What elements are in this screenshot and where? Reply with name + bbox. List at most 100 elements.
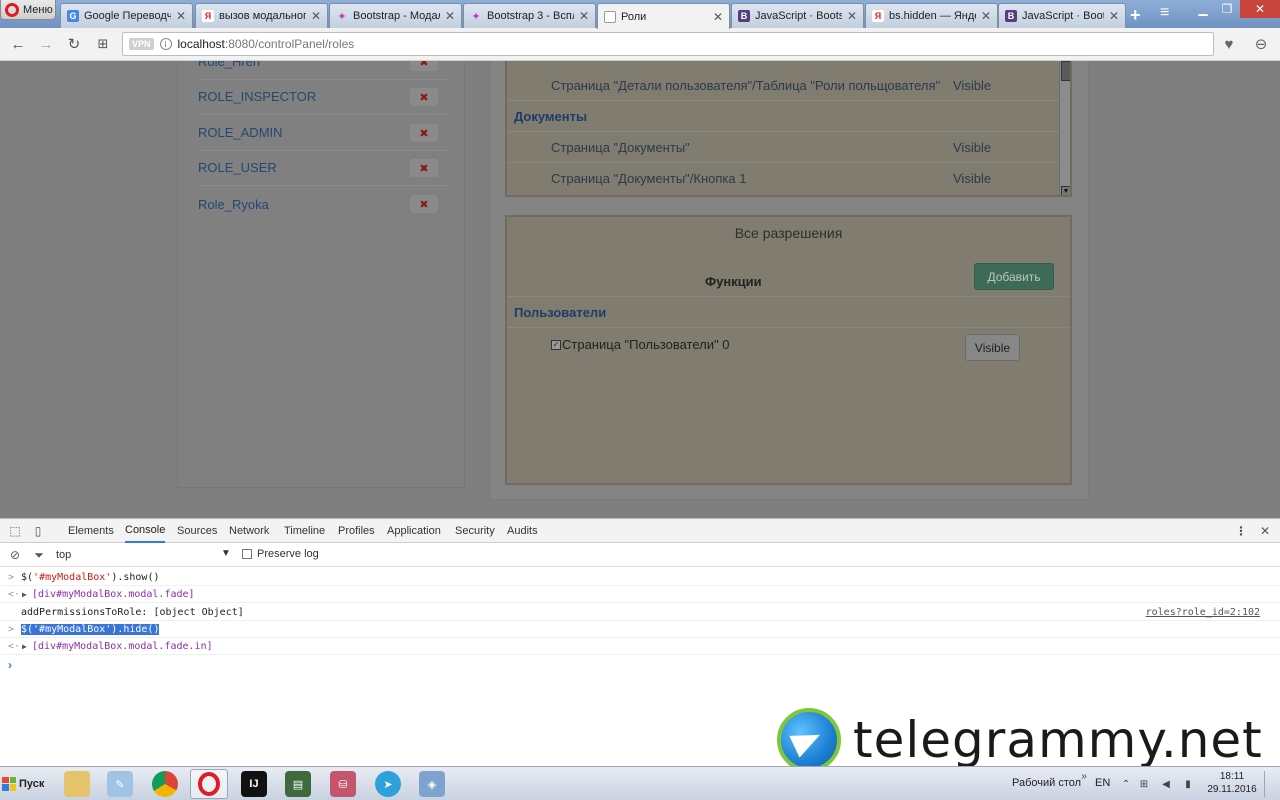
tab-google-translate[interactable]: G Google Переводчик ✕ [60,3,193,28]
log-source-link[interactable]: roles?role_id=2:102 [1146,607,1260,618]
chrome-icon [152,771,178,797]
devtools-tab-timeline[interactable]: Timeline [284,519,325,543]
context-dropdown-icon[interactable]: ▼ [221,548,231,559]
taskbar-explorer[interactable] [58,769,96,799]
tab-close-icon[interactable]: ✕ [311,9,321,23]
devtools-tab-audits[interactable]: Audits [507,519,538,543]
visible-toggle-button[interactable]: Visible [965,334,1020,361]
expand-triangle-icon[interactable]: ▶ [22,590,27,599]
functions-header: Функции [705,274,762,289]
clear-console-icon[interactable]: ⊘ [7,547,23,563]
delete-role-button[interactable]: ✖ [410,195,438,213]
tab-close-icon[interactable]: ✕ [445,9,455,23]
add-permission-button[interactable]: Добавить [974,263,1054,290]
toolbar-expand-icon[interactable]: » [1078,770,1090,782]
minimize-icon[interactable]: ▁ [1191,0,1215,18]
new-tab-button[interactable]: + [1130,5,1141,26]
telegram-icon: ➤ [375,771,401,797]
taskbar-virtualbox[interactable]: ◈ [413,769,451,799]
taskbar-database[interactable]: ⛁ [324,769,362,799]
clock-date: 29.11.2016 [1207,784,1257,795]
delete-role-button[interactable]: ✖ [410,124,438,142]
tray-expand-icon[interactable]: ⌃ [1120,778,1132,790]
start-button[interactable]: Пуск [2,770,46,797]
watermark: telegrammy.net [777,705,1267,775]
taskbar-terminal[interactable]: ▤ [279,769,317,799]
context-selector[interactable]: top [56,549,71,561]
address-bar[interactable]: VPN i localhost:8080/controlPanel/roles [122,32,1214,56]
heart-icon[interactable]: ♥ [1218,34,1240,54]
delete-role-button[interactable]: ✖ [410,61,438,71]
language-indicator[interactable]: EN [1095,777,1110,789]
filter-icon[interactable]: ⏷ [31,547,47,563]
console-prompt-icon[interactable]: › [8,658,12,672]
expand-triangle-icon[interactable]: ▶ [22,642,27,651]
bootstrap-b-icon: B [738,10,750,22]
devtools-tab-profiles[interactable]: Profiles [338,519,375,543]
devtools-more-icon[interactable]: ⋮ [1233,523,1249,539]
tab-close-icon[interactable]: ✕ [847,9,857,23]
permission-group-title: Документы [507,101,1059,132]
scrollbar-thumb[interactable] [1061,61,1070,81]
desktop-toolbar-label[interactable]: Рабочий стол [1012,777,1081,789]
taskbar-telegram[interactable]: ➤ [369,769,407,799]
permission-checkbox[interactable]: ✓ [551,339,561,350]
role-item[interactable]: Role_Ryoka ✖ [198,186,448,222]
tab-close-icon[interactable]: ✕ [713,10,723,24]
download-icon[interactable]: ⊖ [1250,34,1272,54]
tab-close-icon[interactable]: ✕ [579,9,589,23]
tab-javascript-bootstrap-1[interactable]: B JavaScript · Bootstr ✕ [731,3,864,28]
opera-menu-button[interactable]: Меню [0,0,56,20]
delete-role-button[interactable]: ✖ [410,88,438,106]
taskbar-paint[interactable]: ✎ [101,769,139,799]
back-icon[interactable]: ← [8,34,28,54]
taskbar-intellij[interactable]: IJ [235,769,273,799]
inspect-element-icon[interactable]: ⬚ [7,523,23,539]
yandex-icon: Я [872,10,884,22]
tab-close-icon[interactable]: ✕ [981,9,991,23]
role-item[interactable]: ROLE_INSPECTOR ✖ [198,79,448,115]
tab-close-icon[interactable]: ✕ [1109,9,1119,23]
maximize-icon[interactable]: ❐ [1215,0,1239,18]
taskbar-opera[interactable] [190,769,228,799]
volume-icon[interactable]: ◀ [1160,778,1172,790]
speed-dial-grid-icon[interactable]: ⊞ [93,34,113,54]
tab-close-icon[interactable]: ✕ [176,9,186,23]
tab-javascript-bootstrap-2[interactable]: B JavaScript · Bootstr ✕ [998,3,1126,28]
devtools-tab-security[interactable]: Security [455,519,495,543]
vpn-badge[interactable]: VPN [129,38,154,50]
device-mode-icon[interactable]: ▯ [30,523,46,539]
tab-bootstrap-modal[interactable]: ✦ Bootstrap - Модаль ✕ [329,3,462,28]
role-item[interactable]: ROLE_ADMIN ✖ [198,115,448,151]
role-item[interactable]: Role_Hren ✖ [198,61,448,80]
network-icon[interactable]: ⊞ [1138,778,1150,790]
devtools-tab-application[interactable]: Application [387,519,441,543]
taskbar-chrome[interactable] [146,769,184,799]
scroll-down-arrow-icon[interactable]: ▼ [1061,186,1070,195]
preserve-log-checkbox[interactable] [242,549,252,559]
devtools-tab-sources[interactable]: Sources [177,519,217,543]
role-item[interactable]: ROLE_USER ✖ [198,150,448,186]
tab-modal-call[interactable]: Я вызов модального ✕ [195,3,328,28]
devtools-close-icon[interactable]: ✕ [1257,523,1273,539]
permissions-scrollbar[interactable]: ▼ [1059,61,1070,195]
roles-panel: Role_Hren ✖ ROLE_INSPECTOR ✖ ROLE_ADMIN … [177,61,465,488]
devtools-tab-network[interactable]: Network [229,519,269,543]
forward-icon[interactable]: → [36,34,56,54]
preserve-log-toggle[interactable]: Preserve log [242,548,319,560]
close-window-icon[interactable]: ✕ [1240,0,1280,18]
url-path: :8080/controlPanel/roles [224,37,355,51]
tab-menu-icon[interactable]: ≡ [1160,4,1169,22]
tab-roles[interactable]: Роли ✕ [597,3,730,29]
output-chevron-icon: <· [8,588,21,600]
show-desktop-button[interactable] [1264,771,1274,797]
delete-role-button[interactable]: ✖ [410,159,438,177]
tab-bootstrap-popups[interactable]: ✦ Bootstrap 3 - Всплы ✕ [463,3,596,28]
devtools-tab-console[interactable]: Console [125,519,166,543]
system-clock[interactable]: 18:11 29.11.2016 [1204,770,1260,796]
devtools-tab-elements[interactable]: Elements [68,519,114,543]
power-icon[interactable]: ▮ [1182,778,1194,790]
tab-bs-hidden[interactable]: Я bs.hidden — Яндекс ✕ [865,3,998,28]
reload-icon[interactable]: ↻ [64,34,84,54]
site-info-icon[interactable]: i [159,38,172,50]
